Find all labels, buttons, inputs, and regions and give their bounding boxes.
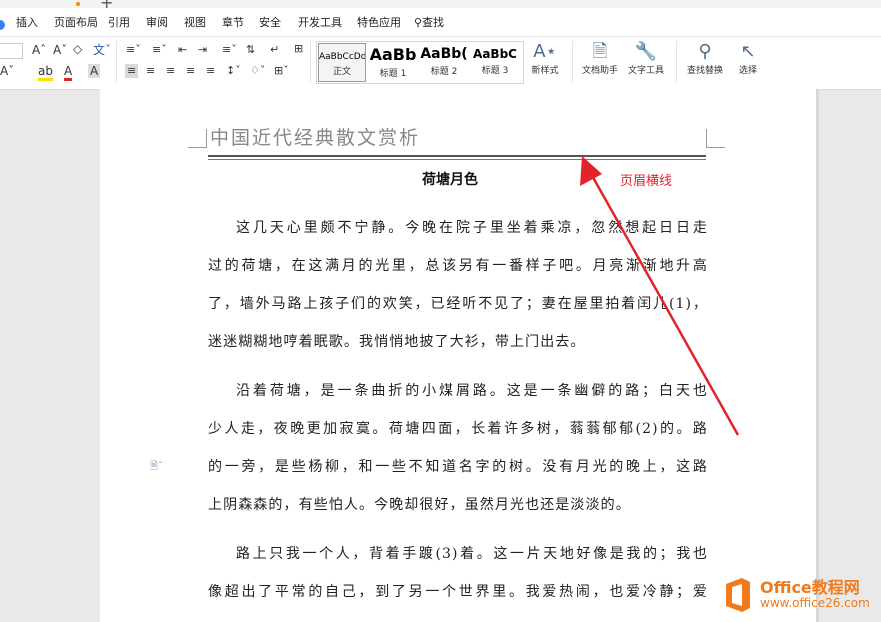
annotation-arrow bbox=[580, 156, 740, 436]
watermark-title: Office教程网 bbox=[760, 578, 860, 597]
arrow-head bbox=[580, 156, 602, 186]
annotation-label: 页眉横线 bbox=[620, 174, 673, 189]
watermark: Office教程网 www.office26.com bbox=[718, 572, 881, 622]
arrow-shaft bbox=[588, 171, 740, 436]
office-logo-icon bbox=[726, 578, 750, 612]
watermark-url: www.office26.com bbox=[760, 596, 870, 610]
